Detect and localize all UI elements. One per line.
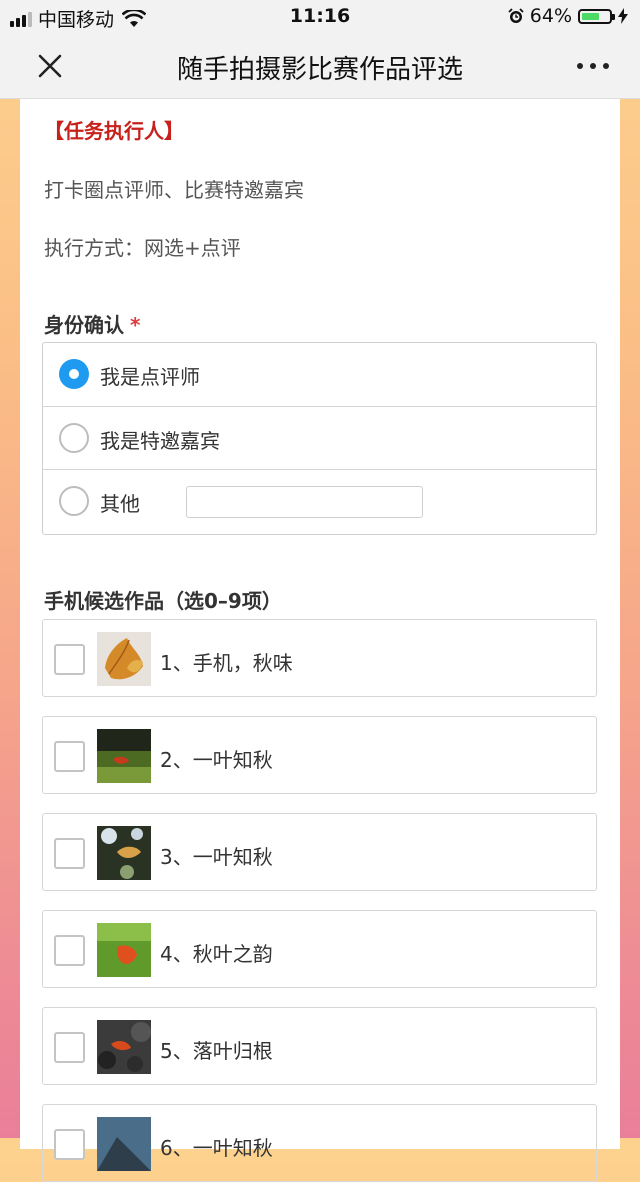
candidate-label: 5、落叶归根 (160, 1039, 273, 1063)
identity-radio-group: 我是点评师 我是特邀嘉宾 其他 (42, 342, 597, 535)
photo-thumbnail-5 (97, 1020, 151, 1074)
battery-icon (578, 8, 615, 24)
page-title: 随手拍摄影比赛作品评选 (176, 55, 463, 85)
status-right: 64% (508, 5, 628, 27)
checkbox[interactable] (54, 935, 85, 966)
candidates-question-title: 手机候选作品（选0–9项） (44, 589, 282, 613)
photo-thumbnail-1 (97, 632, 151, 686)
checkbox[interactable] (54, 1032, 85, 1063)
identity-label: 身份确认 (44, 313, 124, 337)
more-options-icon[interactable] (576, 52, 610, 80)
photo-thumbnail-3 (97, 826, 151, 880)
nav-bar: 随手拍摄影比赛作品评选 (0, 34, 640, 99)
radio-label: 我是点评师 (100, 365, 200, 389)
method-text: 执行方式：网选+点评 (44, 236, 241, 260)
radio-label: 其他 (100, 492, 140, 516)
section-heading: 【任务执行人】 (44, 119, 184, 143)
checkbox[interactable] (54, 741, 85, 772)
charging-icon (618, 8, 628, 24)
form-card: 【任务执行人】 打卡圈点评师、比赛特邀嘉宾 执行方式：网选+点评 身份确认 * 我… (20, 99, 620, 1182)
radio-button-selected[interactable] (59, 359, 89, 389)
photo-thumbnail-6 (97, 1117, 151, 1171)
radio-button[interactable] (59, 486, 89, 516)
other-text-input[interactable] (186, 486, 423, 518)
candidate-item-5[interactable]: 5、落叶归根 (42, 1007, 597, 1085)
battery-percent: 64% (529, 5, 572, 27)
photo-thumbnail-2 (97, 729, 151, 783)
radio-option-other[interactable]: 其他 (43, 469, 596, 533)
radio-button[interactable] (59, 423, 89, 453)
battery-fill (582, 12, 599, 20)
candidate-item-2[interactable]: 2、一叶知秋 (42, 716, 597, 794)
radio-option-guest[interactable]: 我是特邀嘉宾 (43, 406, 596, 470)
checkbox[interactable] (54, 838, 85, 869)
identity-question-title: 身份确认 * (44, 309, 140, 338)
photo-thumbnail-4 (97, 923, 151, 977)
candidate-item-1[interactable]: 1、手机，秋味 (42, 619, 597, 697)
candidate-label: 4、秋叶之韵 (160, 942, 273, 966)
candidate-item-4[interactable]: 4、秋叶之韵 (42, 910, 597, 988)
candidate-label: 3、一叶知秋 (160, 845, 273, 869)
checkbox[interactable] (54, 644, 85, 675)
required-mark: * (130, 313, 141, 337)
checkbox[interactable] (54, 1129, 85, 1160)
candidate-label: 1、手机，秋味 (160, 651, 293, 675)
radio-label: 我是特邀嘉宾 (100, 429, 220, 453)
alarm-icon (508, 8, 524, 23)
radio-option-reviewer[interactable]: 我是点评师 (43, 343, 596, 406)
candidate-item-6[interactable]: 6、一叶知秋 (42, 1104, 597, 1182)
candidate-label: 6、一叶知秋 (160, 1136, 273, 1160)
candidate-label: 2、一叶知秋 (160, 748, 273, 772)
candidate-item-3[interactable]: 3、一叶知秋 (42, 813, 597, 891)
executor-text: 打卡圈点评师、比赛特邀嘉宾 (44, 178, 304, 202)
status-bar: 中国移动 11:16 64% (0, 0, 640, 34)
